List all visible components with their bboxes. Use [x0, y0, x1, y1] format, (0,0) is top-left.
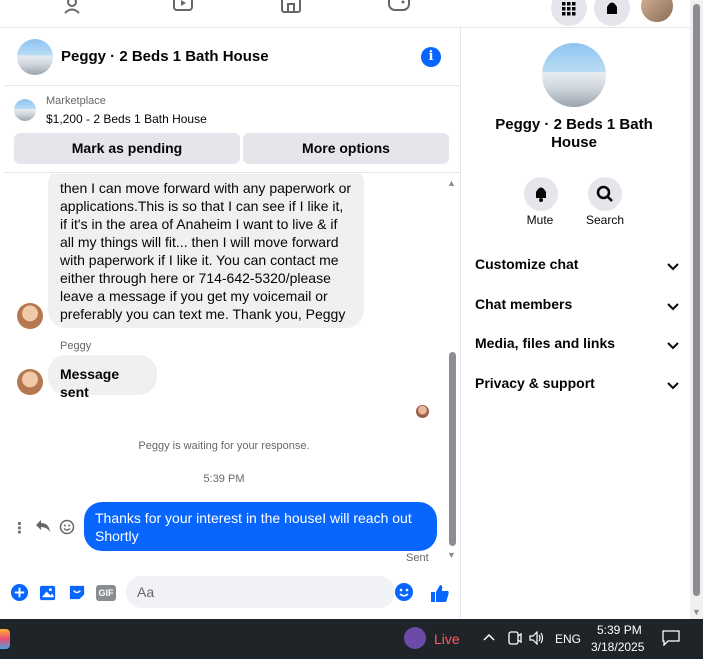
sender-name: Peggy — [60, 340, 92, 352]
listing-avatar[interactable] — [17, 39, 53, 75]
chevron-up-icon[interactable] — [483, 629, 495, 644]
message-thread[interactable]: then I can move forward with any paperwo… — [4, 174, 461, 570]
sticker-icon[interactable] — [68, 583, 88, 603]
marketplace-label: Marketplace — [46, 95, 106, 107]
composer: GIF Aa — [4, 571, 461, 619]
marketplace-icon[interactable] — [280, 0, 308, 16]
listing-title[interactable]: $1,200 - 2 Beds 1 Bath House — [46, 112, 207, 126]
search-label: Search — [585, 213, 625, 227]
privacy-support-section[interactable]: Privacy & support — [475, 375, 679, 395]
mark-as-pending-button[interactable]: Mark as pending — [14, 133, 240, 164]
notifications-icon[interactable] — [594, 0, 630, 26]
scroll-down-arrow[interactable]: ▼ — [447, 550, 456, 560]
menu-grid-icon[interactable] — [551, 0, 587, 26]
listing-profile-picture[interactable] — [542, 43, 606, 107]
chevron-down-icon — [667, 298, 679, 314]
account-avatar[interactable] — [639, 0, 675, 24]
peggy-avatar[interactable] — [17, 369, 43, 395]
app-icon[interactable] — [0, 629, 10, 649]
react-icon[interactable] — [59, 519, 75, 539]
page-scrollbar-thumb[interactable] — [693, 4, 700, 596]
notification-center-icon[interactable] — [662, 630, 680, 651]
chevron-down-icon — [667, 337, 679, 353]
live-label[interactable]: Live — [434, 631, 460, 647]
chat-members-section[interactable]: Chat members — [475, 296, 679, 316]
reply-icon[interactable] — [35, 519, 51, 537]
details-title: Peggy · 2 Beds 1 Bath House — [495, 116, 653, 151]
section-label: Customize chat — [475, 256, 579, 272]
section-label: Media, files and links — [475, 335, 616, 351]
section-label: Privacy & support — [475, 375, 595, 391]
waiting-notice: Peggy is waiting for your response. — [138, 440, 310, 452]
message-bubble: then I can move forward with any paperwo… — [48, 174, 364, 328]
watch-icon[interactable] — [172, 0, 200, 16]
chat-title[interactable]: Peggy · 2 Beds 1 Bath House — [61, 48, 269, 65]
page-scrollbar[interactable]: ▼ — [690, 0, 703, 619]
customize-chat-section[interactable]: Customize chat — [475, 256, 679, 276]
top-navigation — [0, 0, 690, 28]
speaker-icon[interactable] — [529, 630, 545, 650]
language-indicator[interactable]: ENG — [555, 632, 581, 646]
clock-time[interactable]: 5:39 PM — [597, 623, 642, 637]
mute-button[interactable] — [524, 177, 558, 211]
peggy-avatar[interactable] — [17, 303, 43, 329]
more-actions-icon[interactable]: ⋮ — [12, 519, 27, 537]
chat-header: Peggy · 2 Beds 1 Bath House i — [4, 28, 461, 86]
live-app-icon[interactable] — [404, 627, 426, 649]
my-message-bubble: Thanks for your interest in the houseI w… — [84, 502, 437, 551]
search-button[interactable] — [588, 177, 622, 211]
plus-icon[interactable] — [10, 583, 30, 603]
chevron-down-icon — [667, 377, 679, 393]
scroll-up-arrow[interactable]: ▲ — [447, 178, 456, 188]
section-label: Chat members — [475, 296, 573, 312]
emoji-icon[interactable] — [395, 583, 413, 601]
photo-icon[interactable] — [39, 583, 59, 603]
gaming-icon[interactable] — [388, 0, 416, 16]
message-timestamp: 5:39 PM — [203, 473, 245, 485]
like-icon[interactable] — [430, 583, 450, 603]
chevron-down-icon — [667, 258, 679, 274]
message-input[interactable]: Aa — [126, 576, 395, 608]
groups-icon[interactable] — [63, 0, 91, 16]
meet-now-icon[interactable] — [508, 630, 522, 651]
marketplace-listing: Marketplace $1,200 - 2 Beds 1 Bath House… — [4, 87, 461, 173]
media-files-links-section[interactable]: Media, files and links — [475, 335, 679, 355]
seen-indicator-avatar — [416, 405, 429, 418]
chat-details-panel: Peggy · 2 Beds 1 Bath House Mute Search … — [462, 28, 690, 619]
listing-thumbnail[interactable] — [14, 99, 36, 121]
clock-date[interactable]: 3/18/2025 — [591, 640, 644, 654]
gif-icon[interactable]: GIF — [96, 585, 116, 601]
thread-scrollbar[interactable] — [449, 352, 456, 546]
message-bubble: Message sent — [48, 355, 157, 400]
mute-label: Mute — [526, 213, 554, 227]
more-options-button[interactable]: More options — [243, 133, 449, 164]
sent-status: Sent — [406, 552, 429, 564]
windows-taskbar: Live ENG 5:39 PM 3/18/2025 — [0, 619, 703, 659]
chat-panel: Peggy · 2 Beds 1 Bath House i Marketplac… — [4, 28, 461, 619]
info-icon[interactable]: i — [421, 47, 441, 67]
scroll-down-arrow[interactable]: ▼ — [692, 607, 701, 617]
